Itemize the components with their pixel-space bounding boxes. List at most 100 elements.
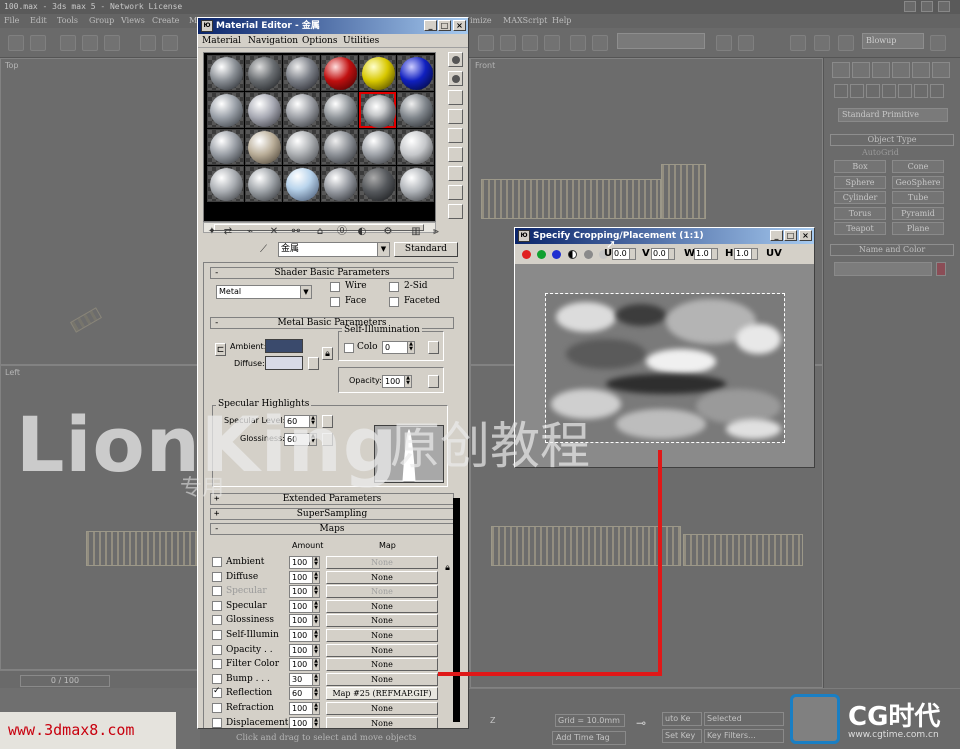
map-slot-button[interactable]: None bbox=[326, 672, 438, 686]
quick-render-icon[interactable] bbox=[838, 35, 854, 51]
map-amount-spinner[interactable]: 100 ▲ ▼ bbox=[289, 570, 320, 584]
maximize-icon[interactable] bbox=[921, 1, 933, 12]
minimize-icon[interactable]: _ bbox=[770, 230, 783, 241]
make-preview-icon[interactable] bbox=[448, 147, 463, 162]
map-slot-button[interactable]: None bbox=[326, 570, 438, 584]
geosphere-button[interactable]: GeoSphere bbox=[892, 176, 944, 189]
spinner-arrows-icon[interactable]: ▲ ▼ bbox=[312, 717, 319, 728]
spinner-arrows-icon[interactable]: ▲ ▼ bbox=[312, 557, 319, 568]
name-and-color-rollout[interactable]: Name and Color bbox=[830, 244, 954, 256]
sample-slot[interactable] bbox=[359, 166, 396, 202]
map-enable-checkbox[interactable] bbox=[212, 586, 222, 597]
maps-rollout[interactable]: - Maps bbox=[210, 523, 454, 535]
undo-icon[interactable] bbox=[8, 35, 24, 51]
map-slot-button[interactable]: None bbox=[326, 585, 438, 599]
sample-slot[interactable] bbox=[359, 55, 396, 91]
menu-file[interactable]: File bbox=[4, 14, 19, 28]
lights-icon[interactable] bbox=[866, 84, 880, 98]
hierarchy-tab-icon[interactable] bbox=[872, 62, 890, 78]
h-field[interactable]: 1.0 bbox=[734, 248, 758, 260]
map-amount-spinner[interactable]: 100 ▲ ▼ bbox=[289, 629, 320, 642]
key-icon[interactable]: ⊸ bbox=[636, 716, 656, 730]
spacewarps-icon[interactable] bbox=[914, 84, 928, 98]
two-sided-checkbox[interactable] bbox=[389, 282, 399, 292]
menu-options[interactable]: Options bbox=[302, 34, 337, 48]
minimize-icon[interactable]: _ bbox=[424, 20, 437, 31]
uv-toggle[interactable]: UV bbox=[766, 248, 782, 259]
material-map-navigator-icon[interactable] bbox=[448, 204, 463, 219]
key-filters-button[interactable]: Key Filters... bbox=[704, 729, 784, 743]
sample-slot-selected[interactable] bbox=[359, 92, 396, 128]
extended-parameters-rollout[interactable]: + Extended Parameters bbox=[210, 493, 454, 505]
map-slot-button[interactable]: None bbox=[326, 629, 438, 642]
sample-uv-tiling-icon[interactable] bbox=[448, 109, 463, 124]
modify-tab-icon[interactable] bbox=[852, 62, 870, 78]
cylinder-button[interactable]: Cylinder bbox=[834, 191, 886, 204]
spinner-snap-icon[interactable] bbox=[544, 35, 560, 51]
sample-slot[interactable] bbox=[397, 129, 434, 165]
sample-slot[interactable] bbox=[397, 166, 434, 202]
close-icon[interactable] bbox=[938, 1, 950, 12]
self-illum-spinner[interactable]: 0 ▲ ▼ bbox=[382, 341, 415, 354]
self-illum-map-button[interactable] bbox=[428, 341, 439, 354]
map-enable-checkbox[interactable] bbox=[212, 659, 222, 670]
auto-key-button[interactable]: uto Ke bbox=[662, 712, 702, 726]
teapot-button[interactable]: Teapot bbox=[834, 222, 886, 235]
menu-help[interactable]: Help bbox=[552, 14, 571, 28]
create-tab-icon[interactable] bbox=[832, 62, 850, 78]
map-amount-spinner[interactable]: 100 ▲ ▼ bbox=[289, 585, 320, 599]
map-slot-button[interactable]: None bbox=[326, 658, 438, 672]
spinner-arrows-icon[interactable]: ▲ ▼ bbox=[312, 688, 319, 700]
systems-icon[interactable] bbox=[930, 84, 944, 98]
sample-slot[interactable] bbox=[397, 55, 434, 91]
torus-button[interactable]: Torus bbox=[834, 207, 886, 220]
autogrid-checkbox[interactable]: AutoGrid bbox=[862, 148, 899, 157]
map-enable-checkbox[interactable] bbox=[212, 703, 222, 713]
menu-create[interactable]: Create bbox=[152, 14, 179, 28]
minimize-icon[interactable] bbox=[904, 1, 916, 12]
sample-slot[interactable] bbox=[245, 92, 282, 128]
sample-slot[interactable] bbox=[359, 129, 396, 165]
viewport-left-label[interactable]: Left bbox=[5, 368, 20, 377]
named-selection-dropdown[interactable] bbox=[617, 33, 705, 49]
chevron-down-icon[interactable]: ▼ bbox=[377, 243, 389, 256]
add-time-tag-button[interactable]: Add Time Tag bbox=[552, 731, 626, 745]
map-slot-button[interactable]: Map #25 (REFMAP.GIF) bbox=[326, 687, 438, 701]
sample-slot[interactable] bbox=[207, 92, 244, 128]
viewport-top-label[interactable]: Top bbox=[5, 61, 19, 70]
motion-tab-icon[interactable] bbox=[892, 62, 910, 78]
video-color-check-icon[interactable] bbox=[448, 128, 463, 143]
material-name-field[interactable]: 金属 ▼ bbox=[278, 242, 390, 257]
collapse-icon[interactable]: - bbox=[214, 318, 219, 328]
maximize-icon[interactable]: □ bbox=[438, 20, 451, 31]
sample-slot[interactable] bbox=[283, 92, 320, 128]
unlink-icon[interactable] bbox=[82, 35, 98, 51]
set-key-button[interactable]: Set Key bbox=[662, 729, 702, 743]
spinner-arrows-icon[interactable]: ▲ ▼ bbox=[312, 630, 319, 641]
key-selection-dropdown[interactable]: Selected bbox=[704, 712, 784, 726]
opacity-map-button[interactable] bbox=[428, 375, 439, 388]
sample-slot[interactable] bbox=[283, 129, 320, 165]
map-slot-button[interactable]: None bbox=[326, 716, 438, 728]
map-amount-spinner[interactable]: 100 ▲ ▼ bbox=[289, 599, 320, 613]
map-slot-button[interactable]: None bbox=[326, 599, 438, 613]
geometry-icon[interactable] bbox=[834, 84, 848, 98]
percent-snap-icon[interactable] bbox=[522, 35, 538, 51]
material-type-button[interactable]: Standard bbox=[394, 242, 458, 257]
display-tab-icon[interactable] bbox=[912, 62, 930, 78]
assign-to-selection-icon[interactable]: ⌁ bbox=[243, 225, 257, 239]
shader-basic-rollout[interactable]: - Shader Basic Parameters bbox=[210, 267, 454, 279]
go-forward-to-sibling-icon[interactable]: ⫸ bbox=[429, 225, 443, 239]
spinner-arrows-icon[interactable] bbox=[629, 249, 635, 259]
sphere-button[interactable]: Sphere bbox=[834, 176, 886, 189]
face-map-checkbox[interactable] bbox=[330, 297, 340, 307]
sample-slot[interactable] bbox=[283, 166, 320, 202]
object-name-field[interactable] bbox=[834, 262, 932, 276]
shader-type-dropdown[interactable]: Metal ▼ bbox=[216, 285, 312, 299]
map-slot-button[interactable]: None bbox=[326, 702, 438, 715]
sample-slot[interactable] bbox=[207, 166, 244, 202]
spinner-arrows-icon[interactable]: ▲ ▼ bbox=[312, 659, 319, 671]
backlight-icon[interactable] bbox=[448, 71, 463, 86]
map-enable-checkbox[interactable] bbox=[212, 600, 222, 611]
get-material-icon[interactable]: ✦ bbox=[205, 225, 219, 239]
